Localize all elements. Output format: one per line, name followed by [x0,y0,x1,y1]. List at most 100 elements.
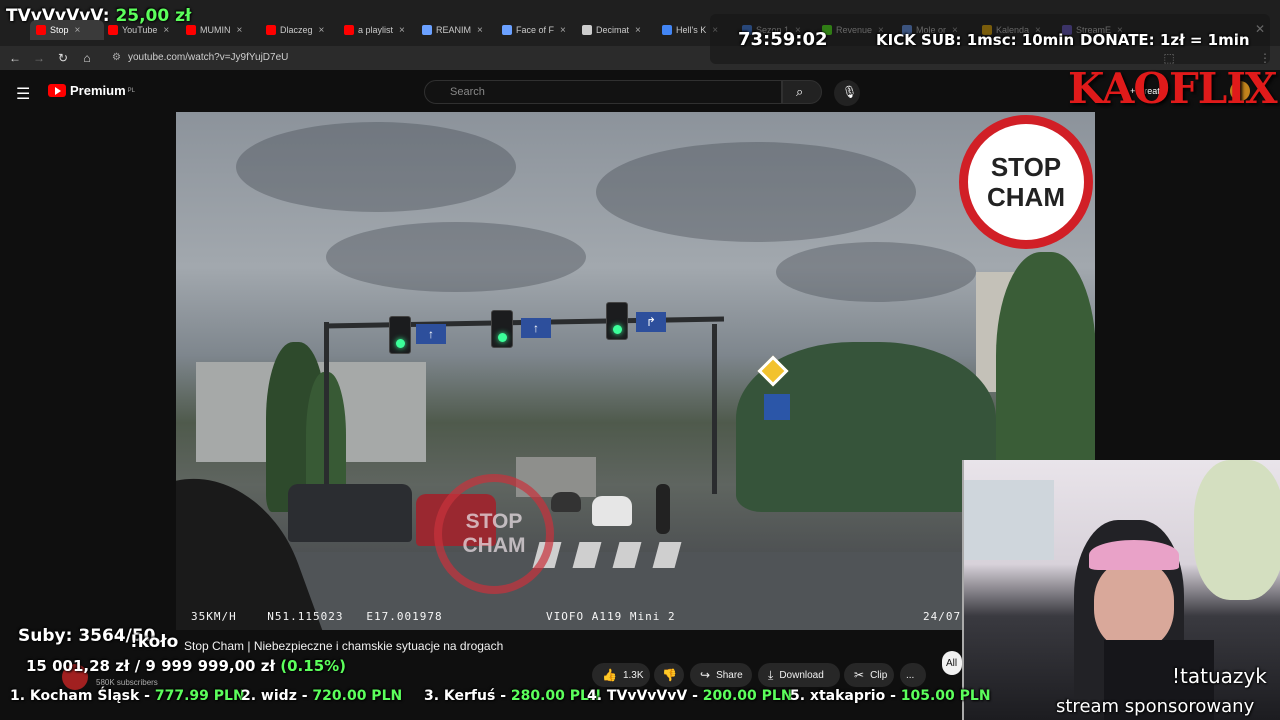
tab-close-icon[interactable]: × [237,25,243,36]
tab-close-icon[interactable]: × [477,25,483,36]
ticker-donor: 4. TVvVvVvV - [587,688,703,704]
stop-cham-watermark: STOP CHAM [434,474,554,594]
more-icon: ... [906,669,915,681]
tab-label: Decimat [596,25,630,35]
back-icon[interactable]: ← [6,49,24,67]
sponsored-label: stream sponsorowany [1056,696,1255,717]
browser-tab[interactable]: Face of F × [502,20,576,40]
ticker-donor: 2. widz - [241,688,313,704]
tab-close-icon[interactable]: × [635,25,641,36]
tab-label: Face of F [516,25,555,35]
browser-tab[interactable]: a playlist × [344,20,418,40]
chip-all-label: All [946,657,958,669]
ticker-donor: 5. xtakaprio - [790,688,901,704]
tab-label: Hell's K [676,25,707,35]
home-icon[interactable]: ⌂ [78,49,96,67]
ticker-donor: 3. Kerfuś - [424,688,511,704]
browser-tab[interactable]: Stop × [30,20,104,40]
tab-label: REANIM [436,25,472,35]
tab-close-icon[interactable]: × [560,25,566,36]
menu-icon[interactable]: ☰ [16,84,30,104]
download-button[interactable]: ⤓ Download [758,663,840,687]
download-icon: ⤓ [768,667,774,682]
kaoflix-logo: KAOFLIX [1068,64,1278,113]
tab-label: MUMIN [200,25,231,35]
share-button[interactable]: ↪ Share [690,663,752,687]
share-label: Share [716,669,743,681]
mic-icon: 🎙 [842,85,858,99]
search-icon: ⌕ [796,84,804,99]
dislike-button[interactable]: 👎 [654,663,684,687]
tab-favicon-icon [266,25,276,35]
donor-ticker: 1. Kocham Śląsk - 777.99 PLN 2. widz - 72… [0,688,991,710]
browser-tab[interactable]: YouTube × [108,20,182,40]
kick-sub-info: KICK SUB: 1msc: 10min [876,31,1075,49]
osd-latitude: N51.115023 [267,610,344,623]
logo-region: PL [127,87,135,94]
browser-tab[interactable]: Dlaczeg × [266,20,340,40]
tab-favicon-icon [422,25,432,35]
tab-favicon-icon [662,25,672,35]
watermark-line2: CHAM [462,534,526,557]
ticker-amount: 200.00 PLN [702,688,793,704]
tab-close-icon[interactable]: × [319,25,325,36]
tab-favicon-icon [108,25,118,35]
osd-date: 24/07 [923,610,962,623]
tab-close-icon[interactable]: × [75,25,81,36]
watermark-line1: STOP [465,510,523,533]
voice-search-button[interactable]: 🎙 [834,80,860,106]
video-player[interactable]: ↑ ↑ ↱ STOP CHAM STOP CHAM 35KM/H N51.115… [176,112,1095,630]
url-text: youtube.com/watch?v=Jy9fYujD7eU [128,52,289,63]
dashcam-osd-left: 35KM/H N51.115023 E17.001978 [191,610,443,623]
tab-favicon-icon [344,25,354,35]
osd-camera-model: VIOFO A119 Mini 2 [546,610,676,623]
tab-label: YouTube [122,25,158,35]
tab-label: a playlist [358,25,394,35]
search-button[interactable]: ⌕ [782,80,822,104]
tab-close-icon[interactable]: × [163,25,169,36]
donation-goal: 15 001,28 zł / 9 999 999,00 zł (0.15%) [26,657,346,675]
reload-icon[interactable]: ↻ [54,49,72,67]
site-info-icon[interactable]: ⚙ [112,48,121,68]
tab-favicon-icon [502,25,512,35]
browser-tab[interactable]: Decimat × [582,20,656,40]
download-label: Download [779,669,824,681]
thumbs-up-icon: 👍 [602,668,617,682]
forward-icon[interactable]: → [30,49,48,67]
share-icon: ↪ [700,668,711,682]
tab-favicon-icon [36,25,46,35]
video-title: Stop Cham | Niebezpieczne i chamskie syt… [184,639,504,653]
thumbs-down-icon: 👎 [662,668,677,682]
browser-tab[interactable]: REANIM × [422,20,496,40]
like-count: 1.3K [622,669,644,681]
url-field[interactable]: ⚙ youtube.com/watch?v=Jy9fYujD7eU [104,48,704,68]
logo-text: Premium [70,83,126,98]
browser-tab[interactable]: MUMIN × [186,20,260,40]
stop-cham-logo: STOP CHAM [959,115,1093,249]
scissors-icon: ✂ [854,668,865,682]
ticker-item: 1. Kocham Śląsk - 777.99 PLN [10,688,245,704]
osd-longitude: E17.001978 [366,610,443,623]
tab-favicon-icon [186,25,196,35]
ticker-amount: 777.99 PLN [154,688,245,704]
clip-button[interactable]: ✂ Clip [844,663,894,687]
like-button[interactable]: 👍 1.3K [592,663,650,687]
ticker-amount: 105.00 PLN [900,688,991,704]
channel-subscribers: 580K subscribers [96,678,158,687]
donate-info: DONATE: 1zł = 1min [1080,31,1250,49]
goal-amounts: 15 001,28 zł / 9 999 999,00 zł [26,657,276,675]
search-input[interactable]: Search [424,80,782,104]
youtube-logo[interactable]: Premium PL [48,83,135,98]
ticker-donor: 1. Kocham Śląsk - [10,688,155,704]
chip-all[interactable]: All [942,651,962,675]
logo-line1: STOP [990,152,1062,182]
tab-label: Dlaczeg [280,25,313,35]
tab-favicon-icon [582,25,592,35]
kolo-command: !koło [130,632,179,652]
osd-speed: 35KM/H [191,610,237,623]
ticker-item: 3. Kerfuś - 280.00 PLN [424,688,601,704]
ticker-item: 4. TVvVvVvV - 200.00 PLN [587,688,793,704]
tab-close-icon[interactable]: × [399,25,405,36]
ticker-amount: 720.00 PLN [312,688,403,704]
more-actions-button[interactable]: ... [900,663,926,687]
